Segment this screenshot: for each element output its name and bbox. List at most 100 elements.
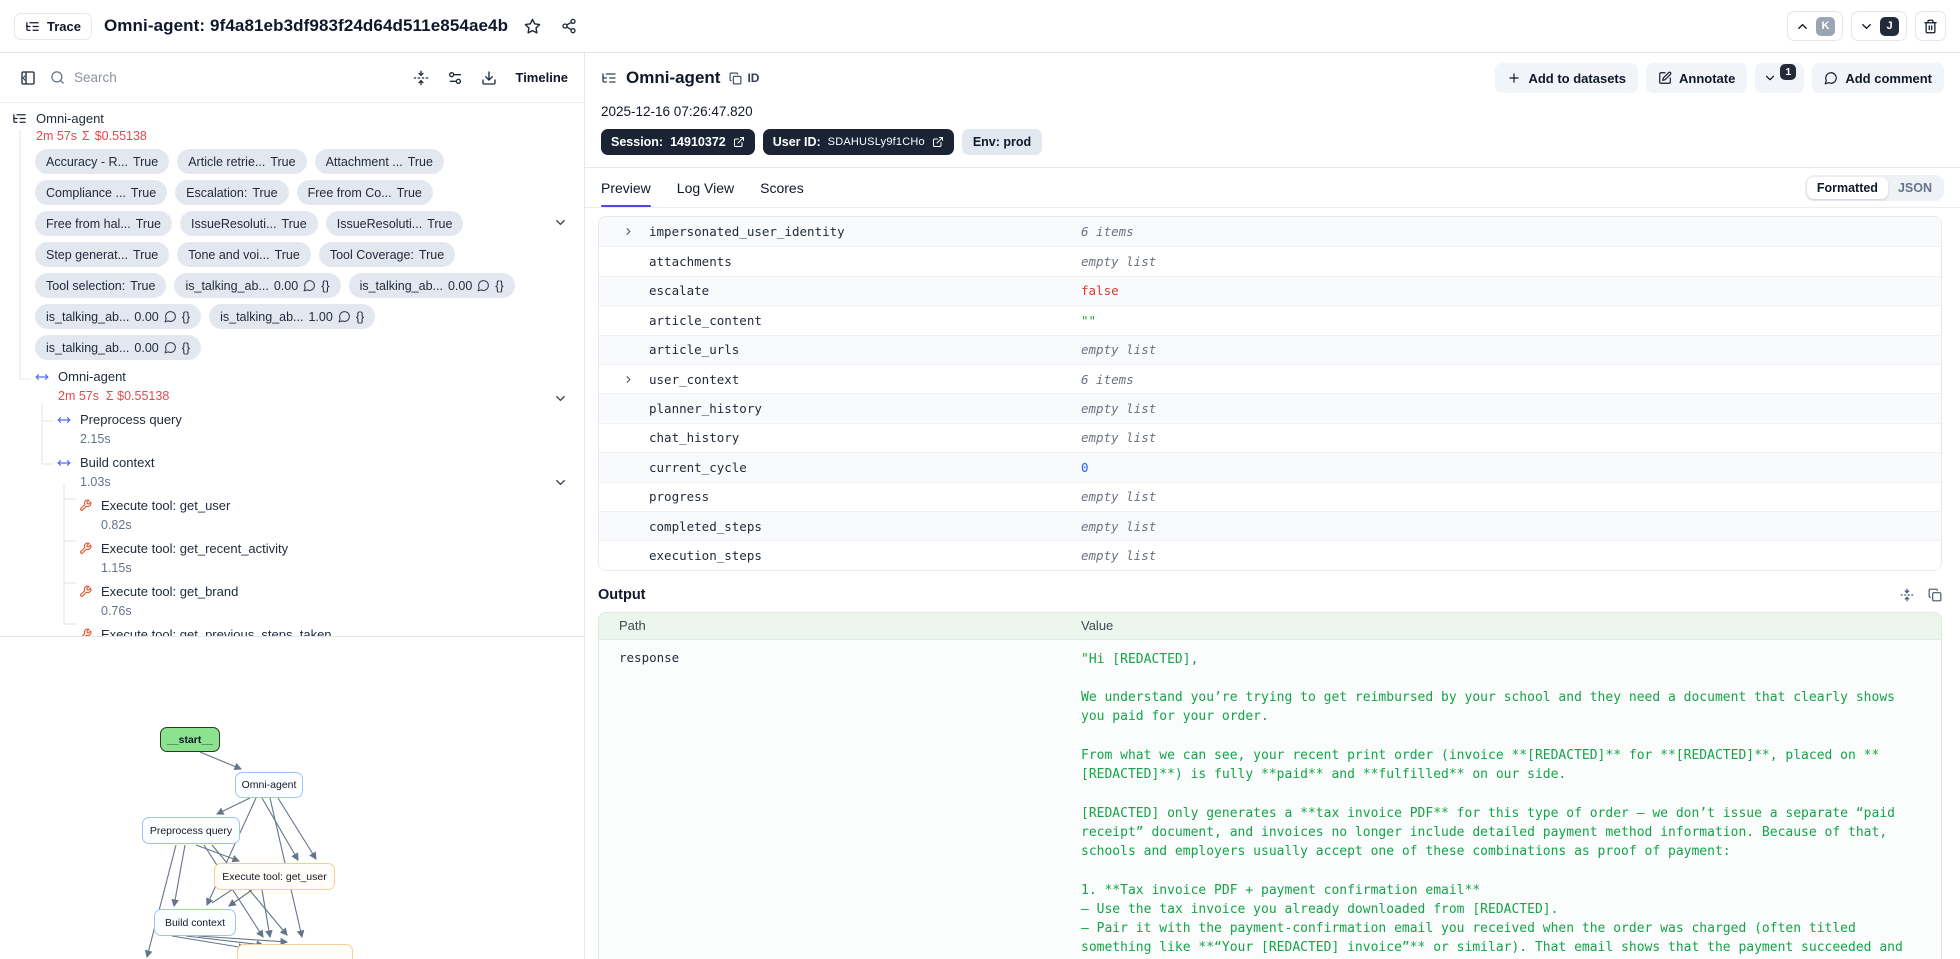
share-button[interactable] [557,14,581,38]
score-badge[interactable]: Tool selection: True [35,273,167,298]
tab-log-view[interactable]: Log View [677,168,734,207]
app-root: Trace Omni-agent: 9f4a81eb3df983f24d64d5… [0,0,1960,959]
score-badge-row: Accuracy - R... True Article retrie... True… [35,149,584,174]
collapse-chevron-icon[interactable] [553,215,568,230]
comment-icon [338,310,351,323]
graph-node-start[interactable]: __start__ [160,727,220,752]
tree-root-observation[interactable]: Omni-agent [0,109,584,127]
graph-node-get-user[interactable]: Execute tool: get_user [214,863,335,890]
score-suffix: {} [355,309,365,324]
score-suffix: {} [495,278,504,293]
duration: 1.03s [80,475,111,489]
tree-item-label: Preprocess query [80,412,182,427]
user-id-badge[interactable]: User ID: SDAHUSLy9f1CHo [762,129,954,155]
score-badge[interactable]: Attachment ... True [314,149,444,174]
score-badge[interactable]: is_talking_ab... 1.00 {} [209,304,376,329]
state-table-row[interactable]: user_context 6 items [599,363,1941,393]
tree-item-span[interactable]: Omni-agent 2m 57s Σ $0.55138 [0,369,584,403]
expand-chevron-icon[interactable] [599,374,649,385]
tree-item-tool[interactable]: Execute tool: get_recent_activity 1.15s [0,541,584,575]
score-badge[interactable]: Tool Coverage: True [318,242,456,267]
graph-node-build-context[interactable]: Build context [154,909,236,936]
score-value: 0.00 [273,278,299,293]
copy-icon[interactable] [1928,588,1942,602]
tree-item-tool[interactable]: Execute tool: get_brand 0.76s [0,584,584,618]
format-option-formatted[interactable]: Formatted [1806,176,1888,199]
wrench-icon [79,542,92,575]
search-icon [50,70,65,85]
settings-sliders-icon[interactable] [443,66,467,90]
annotate-dropdown-button[interactable]: 1 [1755,63,1805,93]
comment-icon [164,341,177,354]
state-key: article_content [649,312,762,328]
score-badge[interactable]: Free from Co... True [296,180,433,205]
score-badge[interactable]: IssueResoluti... True [180,211,318,236]
state-table-row[interactable]: impersonated_user_identity 6 items [599,217,1941,247]
score-badge[interactable]: IssueResoluti... True [325,211,464,236]
search-input[interactable] [74,70,400,85]
tree-item-span[interactable]: Build context 1.03s [0,455,584,489]
add-comment-label: Add comment [1845,70,1932,86]
duration: 2.15s [80,432,111,446]
score-value: 0.00 [134,309,159,324]
list-tree-icon [12,111,27,126]
timeline-toggle[interactable]: Timeline [515,70,568,85]
tree-item-span[interactable]: Preprocess query 2.15s [0,412,584,446]
tabs-row: Preview Log View Scores Formatted JSON [585,168,1960,208]
graph-node-preprocess[interactable]: Preprocess query [142,817,240,844]
fold-vertical-icon[interactable] [1900,588,1914,602]
score-name: Tool Coverage: [329,247,414,262]
shortcut-key-k: K [1816,16,1835,36]
output-table-header: Path Value [599,612,1941,640]
graph-edges [144,751,317,959]
next-trace-button[interactable]: J [1851,11,1907,41]
chevron-down-icon [1859,19,1874,34]
add-comment-button[interactable]: Add comment [1812,63,1944,93]
score-value: True [135,216,161,231]
graph-node-omni-agent[interactable]: Omni-agent [235,772,303,798]
bookmark-star-button[interactable] [520,14,545,39]
score-badge[interactable]: Article retrie... True [177,149,307,174]
tree-item-tool[interactable]: Execute tool: get_user 0.82s [0,498,584,532]
score-value: True [281,216,307,231]
score-badge[interactable]: Tone and voi... True [177,242,311,267]
tree-item-label: Execute tool: get_previous_steps_taken [101,627,332,637]
env-badge: Env: prod [961,129,1043,155]
external-link-icon [932,136,944,148]
tab-scores[interactable]: Scores [760,168,804,207]
annotate-button[interactable]: Annotate [1645,63,1748,93]
expand-chevron-icon[interactable] [599,226,649,237]
add-to-datasets-button[interactable]: Add to datasets [1495,63,1638,93]
score-name: is_talking_ab... [185,278,269,293]
state-value: empty list [1081,547,1157,563]
score-badge[interactable]: Accuracy - R... True [35,149,170,174]
graph-node-clipped[interactable] [237,944,353,959]
copy-id-button[interactable]: ID [729,71,759,85]
fold-vertical-icon[interactable] [409,66,433,90]
score-value: True [252,185,278,200]
duration-value: 2m 57s [36,129,77,143]
score-badge[interactable]: is_talking_ab... 0.00 {} [35,304,202,329]
download-icon[interactable] [477,66,501,90]
tree-item-tool[interactable]: Execute tool: get_previous_steps_taken1.… [0,627,584,637]
score-badge[interactable]: is_talking_ab... 0.00 {} [35,335,202,360]
score-badge[interactable]: is_talking_ab... 0.00 {} [348,273,515,298]
session-badge[interactable]: Session: 14910372 [601,129,755,155]
score-badge[interactable]: Free from hal... True [35,211,172,236]
collapse-panel-icon[interactable] [16,66,40,90]
score-suffix: {} [321,278,330,293]
delete-trace-button[interactable] [1915,11,1946,41]
span-arrows-icon [57,456,71,489]
collapse-chevron-icon[interactable] [553,391,568,406]
duration-cost: 2m 57s Σ $0.55138 [58,389,170,403]
score-badge[interactable]: Step generat... True [35,242,170,267]
score-badge[interactable]: Compliance ... True [35,180,168,205]
wrench-icon [79,628,92,636]
prev-trace-button[interactable]: K [1787,11,1843,41]
tab-preview[interactable]: Preview [601,168,651,207]
score-badge[interactable]: Escalation: True [175,180,289,205]
collapse-chevron-icon[interactable] [553,475,568,490]
format-option-json[interactable]: JSON [1888,177,1942,199]
score-name: Article retrie... [188,154,266,169]
score-badge[interactable]: is_talking_ab... 0.00 {} [174,273,341,298]
